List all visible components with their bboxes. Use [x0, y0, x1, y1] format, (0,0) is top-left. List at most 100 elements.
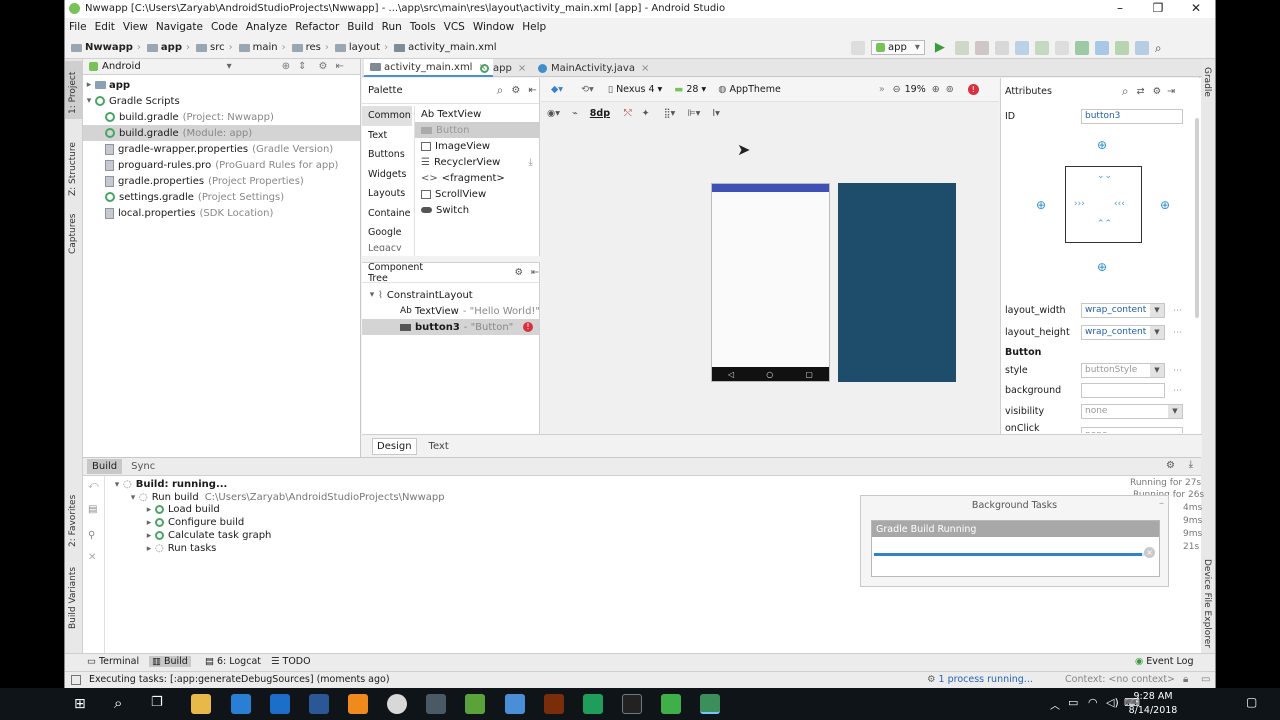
build-step-run-tasks[interactable]: ▸ ◌ Run tasks [143, 543, 217, 554]
layers-icon[interactable]: ◆▾ [551, 84, 563, 95]
close-tab-icon[interactable]: × [518, 63, 526, 74]
breadcrumb-src[interactable]: src › [196, 42, 233, 53]
visibility-select[interactable]: none ▼ [1081, 403, 1183, 419]
stop-build-icon[interactable]: ✕ [88, 552, 96, 563]
pycharm-icon[interactable] [583, 694, 603, 714]
hammer-icon[interactable] [851, 40, 865, 55]
width-right-arrows-icon[interactable]: ‹‹‹ [1114, 199, 1125, 209]
tree-item-app[interactable]: ▸ app [83, 77, 360, 93]
palette-category-widgets[interactable]: Widgets [362, 165, 412, 185]
build-step-configure[interactable]: ▸ Configure build [143, 517, 245, 528]
cmd-icon[interactable] [622, 694, 642, 714]
windows-start-icon[interactable]: ⊞ [74, 696, 86, 712]
project-structure-icon[interactable] [1134, 40, 1149, 55]
gear-icon[interactable]: ⚙ [511, 85, 520, 96]
menu-code[interactable]: Code [211, 18, 238, 37]
constraint-box[interactable]: ⌄⌄ ››› ‹‹‹ ⌃⌃ [1065, 166, 1142, 243]
menu-edit[interactable]: Edit [95, 18, 115, 37]
apply-changes-icon[interactable] [1014, 40, 1029, 55]
menu-view[interactable]: View [123, 18, 148, 37]
layout-width-select[interactable]: wrap_content ▼ [1081, 302, 1165, 318]
chevron-right-icon[interactable]: ▸ [143, 531, 155, 541]
width-left-arrows-icon[interactable]: ››› [1074, 199, 1085, 209]
run-icon[interactable]: ▶ [935, 40, 949, 55]
device-select[interactable]: ▯ Nexus 4 ▾ [608, 84, 663, 95]
chevron-down-icon[interactable]: ▾ [83, 96, 95, 106]
toolwin-todo[interactable]: ☰ TODO [271, 656, 311, 667]
attach-debugger-icon[interactable] [1034, 40, 1049, 55]
error-icon[interactable]: ! [523, 322, 533, 332]
stripe-structure-label[interactable]: Z: Structure [68, 142, 78, 196]
height-bottom-arrows-icon[interactable]: ⌃⌃ [1097, 219, 1112, 229]
build-run-build[interactable]: ▾ ◌ Run build C:\Users\Zaryab\AndroidStudio… [127, 492, 445, 503]
palette-category-legacy[interactable]: Legacy [362, 243, 412, 251]
breadcrumb-layout[interactable]: layout › [334, 42, 388, 53]
battery-icon[interactable]: ▭ [1068, 696, 1078, 709]
tree-item-textview[interactable]: Ab TextView - "Hello World!" [362, 303, 540, 319]
run-config-select[interactable]: app ▾ [871, 40, 925, 55]
wifi-icon[interactable]: ◠ [1088, 696, 1098, 709]
id-input[interactable]: button3 [1081, 108, 1183, 124]
gear-icon[interactable]: ⚙ [1153, 86, 1162, 97]
height-arrows-icon[interactable]: ⌄⌄ [1097, 171, 1112, 181]
search-icon[interactable]: ⌕ [497, 83, 504, 98]
palette-category-google[interactable]: Google [362, 223, 412, 243]
sdk-manager-icon[interactable] [1114, 40, 1129, 55]
zoom-out-icon[interactable]: ⊖ [893, 84, 901, 95]
tab-text[interactable]: Text [429, 441, 449, 452]
stop-icon[interactable] [1054, 40, 1069, 55]
toolwin-terminal[interactable]: ▭ Terminal [87, 656, 139, 667]
word-icon[interactable] [309, 694, 329, 714]
lock-icon[interactable]: 🔒︎ [1183, 674, 1188, 685]
chevron-down-icon[interactable]: ▾ [366, 290, 378, 300]
chrome-icon[interactable] [387, 694, 407, 714]
menu-refactor[interactable]: Refactor [295, 18, 339, 37]
more-icon[interactable]: ⋯ [1173, 385, 1183, 396]
hide-panel-icon[interactable]: ⇤ [528, 85, 536, 96]
theme-select[interactable]: ◍ AppTheme [718, 84, 781, 95]
error-indicator-icon[interactable]: ! [967, 84, 979, 95]
store-icon[interactable] [231, 694, 251, 714]
tree-item-constraintlayout[interactable]: ▾ ⌇ ConstraintLayout [362, 287, 539, 303]
more-icon[interactable]: ⋯ [1173, 305, 1183, 316]
api-select[interactable]: ▬ 28 ▾ [674, 84, 706, 95]
download-icon[interactable]: ⤓ [528, 157, 532, 168]
palette-item-scrollview[interactable]: ScrollView [415, 186, 539, 202]
build-step-load[interactable]: ▸ Load build [143, 504, 220, 515]
tray-chevron-icon[interactable]: ︿ [1050, 697, 1060, 712]
project-view-select[interactable]: Android [102, 61, 141, 72]
close-button[interactable]: ✕ [1181, 1, 1211, 15]
tree-item-build-gradle-module[interactable]: build.gradle (Module: app) [83, 125, 360, 141]
hide-panel-icon[interactable]: ⇤ [335, 61, 343, 72]
menu-tools[interactable]: Tools [410, 18, 436, 37]
hangouts-icon[interactable] [661, 694, 681, 714]
debug-icon[interactable] [954, 40, 969, 55]
add-left-constraint-icon[interactable]: ⊕ [1036, 198, 1046, 212]
gear-icon[interactable]: ⚙ [1166, 460, 1175, 471]
minimize-popup-icon[interactable]: – [1159, 498, 1164, 509]
zoom-in-icon[interactable]: ⊕ [932, 84, 940, 95]
clear-constraints-icon[interactable]: ⤲ [624, 108, 632, 119]
breadcrumb-file[interactable]: activity_main.xml [394, 42, 497, 53]
tab-sync[interactable]: Sync [126, 459, 160, 474]
app-icon[interactable] [426, 694, 446, 714]
illustrator-icon[interactable] [544, 694, 564, 714]
chevron-right-icon[interactable]: ▸ [143, 518, 155, 528]
breadcrumb-app[interactable]: app › [146, 42, 190, 53]
mail-icon[interactable] [270, 694, 290, 714]
pack-icon[interactable]: ⣿▾ [664, 108, 676, 119]
process-running-link[interactable]: ⚙ 1 process running... [927, 674, 1033, 685]
attributes-scrollbar[interactable] [1195, 118, 1199, 318]
breadcrumb-project[interactable]: Nwwapp › [71, 42, 141, 53]
toolwin-logcat[interactable]: ▤ 6: Logcat [205, 656, 261, 667]
expand-icon[interactable]: » [879, 84, 885, 95]
eye-icon[interactable]: ◉▾ [547, 108, 560, 119]
vlc-icon[interactable] [348, 694, 368, 714]
orientation-icon[interactable]: ⟲▾ [581, 84, 594, 95]
search-icon[interactable]: ⌕ [1155, 41, 1169, 55]
notifications-icon[interactable]: ▢ [1246, 695, 1257, 709]
palette-item-imageview[interactable]: ImageView [415, 138, 539, 154]
onclick-select[interactable]: none [1081, 427, 1183, 433]
palette-item-fragment[interactable]: <> <fragment> [415, 170, 539, 186]
app-icon-2[interactable] [465, 694, 485, 714]
